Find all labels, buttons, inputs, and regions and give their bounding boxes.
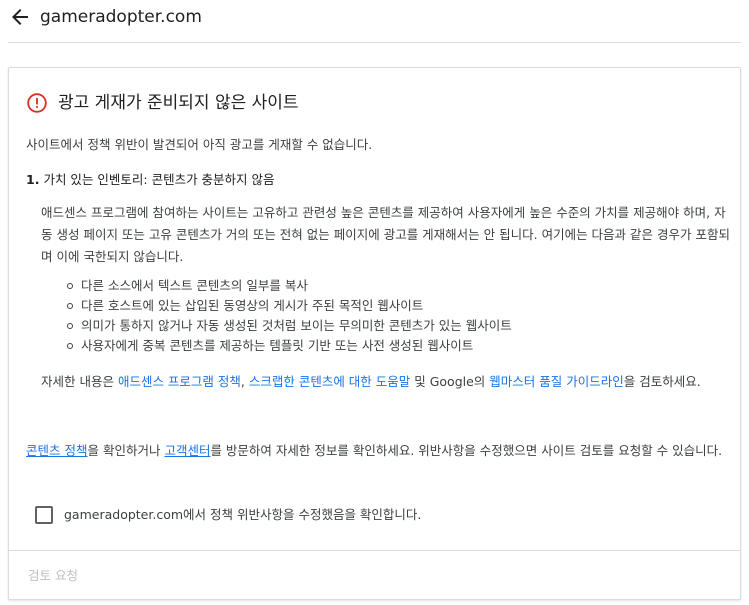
- intro-text: 사이트에서 정책 위반이 발견되어 아직 광고를 게재할 수 없습니다.: [26, 137, 373, 152]
- help-center-link[interactable]: 고객센터: [164, 443, 210, 458]
- section-body: 애드센스 프로그램에 참여하는 사이트는 고유하고 관련성 높은 콘텐츠를 제공…: [41, 205, 730, 264]
- more-info-sep1: ,: [240, 374, 249, 389]
- section-title: 1. 가치 있는 인벤토리: 콘텐츠가 충분하지 않음: [26, 170, 275, 190]
- more-info-sep2: 및 Google의: [410, 374, 490, 389]
- policy-check-text: 콘텐츠 정책을 확인하거나 고객센터를 방문하여 자세한 정보를 확인하세요. …: [26, 440, 726, 462]
- section-number: 1.: [26, 172, 40, 187]
- back-button[interactable]: [8, 5, 32, 29]
- policy-check-text2: 를 방문하여 자세한 정보를 확인하세요. 위반사항을 수정했으면 사이트 검토…: [210, 443, 723, 458]
- list-item: 다른 호스트에 있는 삽입된 동영상의 게시가 주된 목적인 웹사이트: [67, 296, 512, 316]
- section-title-text: 가치 있는 인벤토리: 콘텐츠가 충분하지 않음: [43, 172, 275, 187]
- scraped-content-help-link[interactable]: 스크랩한 콘텐츠에 대한 도움말: [249, 374, 410, 389]
- violation-examples-list: 다른 소스에서 텍스트 콘텐츠의 일부를 복사 다른 호스트에 있는 삽입된 동…: [67, 276, 512, 356]
- policy-violation-card: 광고 게재가 준비되지 않은 사이트 사이트에서 정책 위반이 발견되어 아직 …: [8, 67, 741, 600]
- more-info-prefix: 자세한 내용은: [41, 374, 118, 389]
- confirm-fixed-checkbox[interactable]: [35, 506, 53, 524]
- policy-check-text1: 을 확인하거나: [87, 443, 165, 458]
- list-item: 의미가 통하지 않거나 자동 생성된 것처럼 보이는 무의미한 콘텐츠가 있는 …: [67, 316, 512, 336]
- footer-divider: [9, 550, 740, 551]
- more-info-text: 자세한 내용은 애드센스 프로그램 정책, 스크랩한 콘텐츠에 대한 도움말 및…: [41, 371, 741, 393]
- arrow-left-icon: [12, 9, 28, 25]
- list-item: 사용자에게 중복 콘텐츠를 제공하는 템플릿 기반 또는 사전 생성된 웹사이트: [67, 336, 512, 356]
- confirm-fixed-label[interactable]: gameradopter.com에서 정책 위반사항을 수정했음을 확인합니다.: [64, 505, 421, 525]
- header-divider: [8, 42, 741, 43]
- content-policy-link[interactable]: 콘텐츠 정책: [26, 443, 87, 458]
- more-info-suffix: 을 검토하세요.: [623, 374, 701, 389]
- request-review-button[interactable]: 검토 요청: [28, 566, 78, 586]
- card-title: 광고 게재가 준비되지 않은 사이트: [58, 93, 299, 113]
- adsense-policy-link[interactable]: 애드센스 프로그램 정책: [118, 374, 241, 389]
- error-circle-icon: [27, 93, 47, 113]
- site-title: gameradopter.com: [40, 7, 202, 27]
- top-bar: gameradopter.com: [0, 0, 749, 42]
- webmaster-guidelines-link[interactable]: 웹마스터 품질 가이드라인: [489, 374, 623, 389]
- list-item: 다른 소스에서 텍스트 콘텐츠의 일부를 복사: [67, 276, 512, 296]
